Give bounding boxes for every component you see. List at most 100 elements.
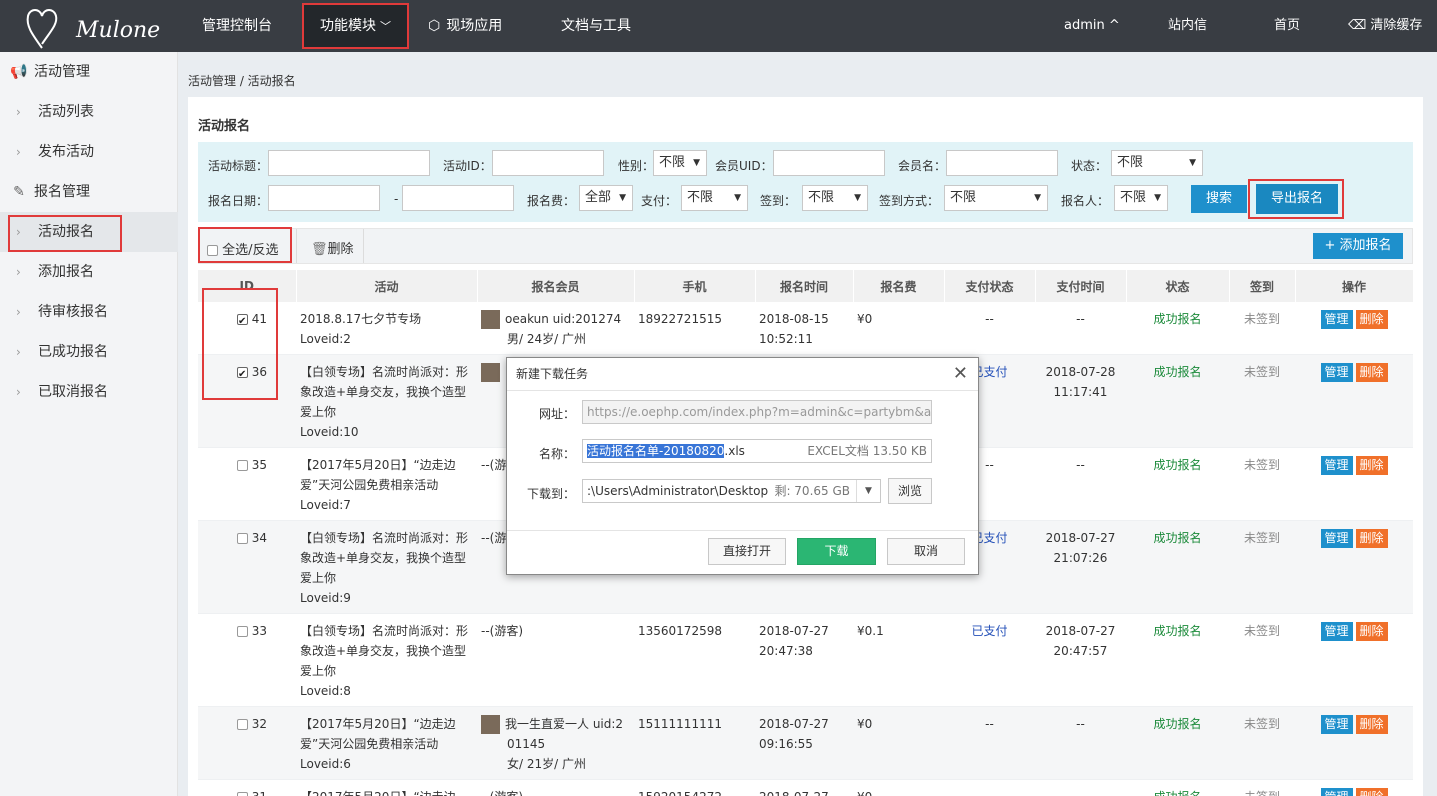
manage-button[interactable]: 管理	[1320, 529, 1353, 548]
open-directly-button[interactable]: 直接打开	[708, 538, 786, 565]
sidebar-item-add-registration[interactable]: › 添加报名	[0, 252, 178, 292]
date-end-input[interactable]	[402, 185, 514, 211]
messages-link[interactable]: 站内信	[1168, 0, 1207, 52]
add-registration-button[interactable]: + 添加报名	[1313, 233, 1403, 259]
save-path-field[interactable]: :\Users\Administrator\Desktop 剩: 70.65 G…	[582, 479, 881, 503]
gender-select[interactable]: 不限 ▼	[653, 150, 707, 176]
activity-line: Loveid:6	[300, 757, 351, 771]
sidebar-item-successful[interactable]: › 已成功报名	[0, 332, 178, 372]
nav-label: 管理控制台	[202, 18, 272, 34]
row-checkbox[interactable]	[236, 312, 248, 332]
sidebar-group-activity[interactable]: 📢 活动管理	[0, 52, 90, 92]
row-checkbox[interactable]	[236, 792, 248, 796]
pay-status: --	[985, 458, 994, 472]
select-all-toggle[interactable]: 全选/反选	[207, 239, 279, 258]
member-line: --(游客)	[481, 624, 524, 638]
table-header-row: ID 活动 报名会员 手机 报名时间 报名费 支付状态 支付时间 状态 签到 操…	[198, 270, 1414, 302]
col-header-id[interactable]: ID	[198, 270, 297, 302]
fee-select[interactable]: 全部 ▼	[579, 185, 633, 211]
row-checkbox[interactable]	[236, 626, 248, 637]
manage-button[interactable]: 管理	[1320, 310, 1353, 329]
select-all-checkbox[interactable]	[207, 245, 218, 256]
sidebar-item-cancelled[interactable]: › 已取消报名	[0, 372, 178, 412]
date-start-input[interactable]	[268, 185, 380, 211]
manage-button[interactable]: 管理	[1320, 622, 1353, 641]
cancel-button[interactable]: 取消	[887, 538, 965, 565]
nav-modules[interactable]: 功能模块 ﹀	[302, 3, 409, 49]
manage-button[interactable]: 管理	[1320, 715, 1353, 734]
delete-button[interactable]: 删除	[1355, 622, 1388, 641]
sidebar-item-label: 活动列表	[38, 104, 94, 120]
table-row: 33 【白领专场】名流时尚派对：形 象改造+单身交友，我换个造型 爱上你 Loveid:…	[198, 613, 1413, 707]
close-icon[interactable]: ✕	[953, 362, 968, 386]
sidebar-item-label: 已成功报名	[38, 344, 108, 360]
url-field[interactable]: https://e.oephp.com/index.php?m=admin&c=…	[582, 400, 932, 424]
home-link[interactable]: 首页	[1274, 0, 1300, 52]
pay-select[interactable]: 不限 ▼	[681, 185, 748, 211]
sidebar-item-publish-activity[interactable]: › 发布活动	[0, 132, 178, 172]
delete-button[interactable]: 删除	[1355, 456, 1388, 475]
clear-cache-label: 清除缓存	[1370, 18, 1423, 33]
name-label: 名称：	[538, 447, 575, 461]
clear-cache-link[interactable]: ⌫ 清除缓存	[1348, 0, 1422, 52]
activity-line: 爱”天河公园免费相亲活动	[300, 737, 439, 751]
eraser-icon: ⌫	[1348, 18, 1367, 33]
activity-line: 爱上你	[300, 571, 337, 585]
filter-status-label: 状态：	[1071, 159, 1108, 173]
date-separator: -	[394, 192, 399, 206]
activity-title-input[interactable]	[268, 150, 430, 176]
row-checkbox[interactable]	[236, 365, 248, 385]
status-badge: 成功报名	[1153, 458, 1202, 472]
filter-title-label: 活动标题：	[208, 159, 269, 173]
sidebar-item-activity-registration[interactable]: › 活动报名	[0, 212, 178, 252]
search-button[interactable]: 搜索	[1191, 185, 1247, 213]
status-select[interactable]: 不限 ▼	[1111, 150, 1203, 176]
select-value: 不限	[1117, 155, 1144, 170]
member-uid-input[interactable]	[773, 150, 885, 176]
checkin-status: 未签到	[1243, 531, 1280, 545]
sidebar-item-label: 添加报名	[38, 264, 94, 280]
browse-button[interactable]: 浏览	[888, 478, 932, 504]
row-id: 35	[251, 458, 268, 472]
nav-console[interactable]: 管理控制台	[202, 0, 272, 52]
select-value: 不限	[1120, 190, 1147, 205]
phone: 18922721515	[638, 312, 722, 326]
chevron-right-icon: ›	[16, 145, 21, 159]
manage-button[interactable]: 管理	[1320, 363, 1353, 382]
delete-button[interactable]: 删除	[1355, 529, 1388, 548]
filter-pay-label: 支付：	[641, 194, 678, 208]
member-line: 01145	[507, 737, 546, 751]
checkin-status: 未签到	[1244, 790, 1280, 796]
delete-button[interactable]: 删除	[1355, 788, 1388, 796]
trash-icon: 🗑	[311, 242, 328, 257]
delete-button[interactable]: 删除	[1355, 310, 1388, 329]
delete-button[interactable]: 删除	[1355, 715, 1388, 734]
sidebar-group-registration[interactable]: ✎ 报名管理	[0, 172, 90, 212]
checkin-method-select[interactable]: 不限 ▼	[944, 185, 1048, 211]
filename-field[interactable]: 活动报名名单-20180820.xls EXCEL文档 13.50 KB	[582, 439, 932, 463]
logo[interactable]: Mulone	[24, 4, 160, 50]
export-button[interactable]: 导出报名	[1256, 184, 1338, 214]
reg-time-line: 20:47:38	[759, 644, 813, 658]
megaphone-icon: 📢	[10, 64, 28, 80]
row-checkbox[interactable]	[236, 460, 248, 471]
manage-button[interactable]: 管理	[1320, 456, 1353, 475]
sidebar-item-pending[interactable]: › 待审核报名	[0, 292, 178, 332]
registrant-select[interactable]: 不限 ▼	[1114, 185, 1168, 211]
member-name-input[interactable]	[946, 150, 1058, 176]
delete-button[interactable]: 删除	[1355, 363, 1388, 382]
activity-id-input[interactable]	[492, 150, 604, 176]
bulk-delete-label: 删除	[327, 242, 354, 257]
nav-onsite[interactable]: ⬡ 现场应用	[428, 0, 502, 52]
nav-docs[interactable]: 文档与工具	[561, 0, 631, 52]
user-menu[interactable]: admin ^	[1064, 0, 1120, 52]
pay-time-line: --	[1076, 458, 1085, 472]
bulk-delete-button[interactable]: 🗑删除	[311, 238, 354, 257]
row-checkbox[interactable]	[236, 719, 248, 730]
caret-down-icon[interactable]: ▼	[856, 480, 880, 502]
sidebar-item-activity-list[interactable]: › 活动列表	[0, 92, 178, 132]
checkin-select[interactable]: 不限 ▼	[802, 185, 868, 211]
manage-button[interactable]: 管理	[1320, 788, 1353, 796]
row-checkbox[interactable]	[236, 533, 248, 544]
download-button[interactable]: 下载	[797, 538, 876, 565]
